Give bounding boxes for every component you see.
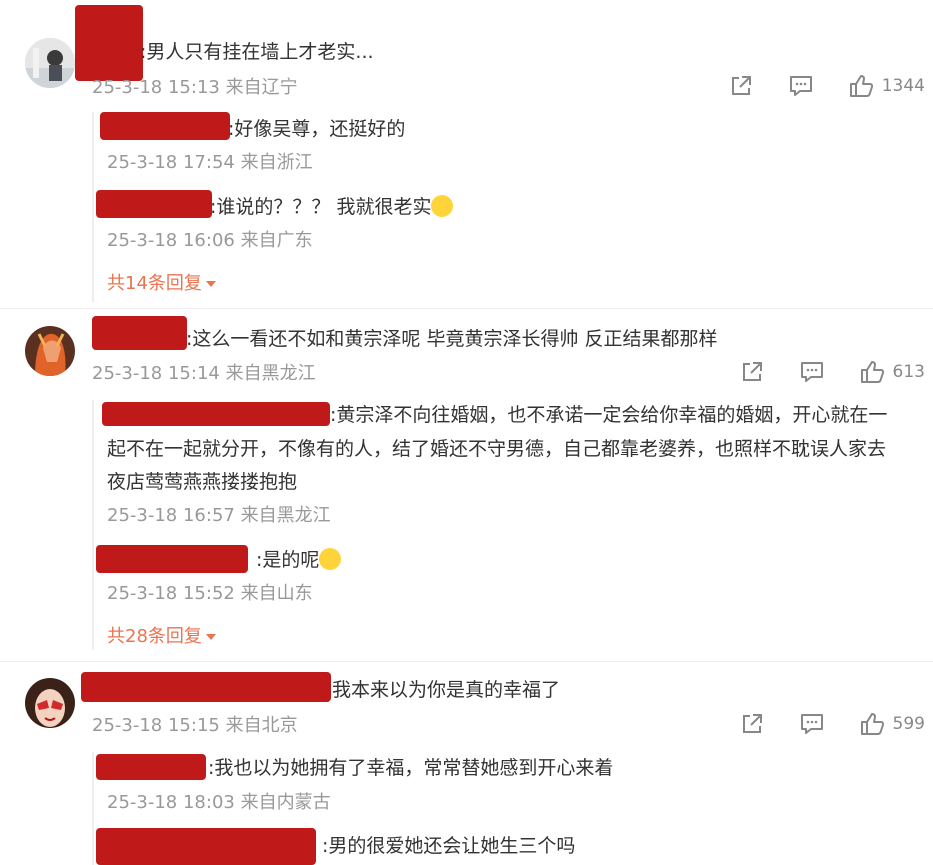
reply-text-content: :谁说的？？？ 我就很老实 <box>210 196 432 218</box>
reply-meta: 25-3-18 17:54 来自浙江 <box>107 152 313 173</box>
reply-list <box>92 752 94 865</box>
reply-text: :谁说的？？？ 我就很老实 <box>210 191 454 223</box>
reply-list <box>92 112 94 302</box>
redacted-username <box>96 754 206 780</box>
divider <box>0 661 933 662</box>
comment-icon[interactable] <box>799 711 825 737</box>
reply-list <box>92 400 94 650</box>
comment-meta: 25-3-18 15:15 来自北京 <box>92 715 298 736</box>
reply-meta: 25-3-18 16:57 来自黑龙江 <box>107 505 331 526</box>
reply-meta: 25-3-18 15:52 来自山东 <box>107 583 313 604</box>
reply-text: :是的呢 <box>256 544 342 576</box>
reply-text: :好像吴尊，还挺好的 <box>228 118 406 140</box>
reply-text-content: :是的呢 <box>256 549 320 571</box>
share-icon[interactable] <box>728 73 754 99</box>
comment-icon[interactable] <box>788 73 814 99</box>
reply-text-line: :黄宗泽不向往婚姻，也不承诺一定会给你幸福的婚姻，开心就在一 <box>330 404 888 426</box>
reply-text: :男的很爱她还会让她生三个吗 <box>322 835 576 857</box>
comment-actions: 1344 <box>694 72 925 100</box>
laugh-cry-emoji-icon <box>319 547 342 570</box>
reply-text-line: 夜店莺莺燕燕搂搂抱抱 <box>107 471 298 493</box>
redacted-username <box>96 190 212 218</box>
more-replies-link[interactable]: 共28条回复 <box>107 624 216 650</box>
caret-down-icon <box>205 281 216 287</box>
divider <box>0 308 933 309</box>
comment-text: :这么一看还不如和黄宗泽呢 毕竟黄宗泽长得帅 反正结果都那样 <box>186 328 718 350</box>
comment-actions: 599 <box>705 710 925 738</box>
comment-actions: 613 <box>705 358 925 386</box>
like-icon[interactable] <box>848 73 874 99</box>
redacted-username <box>102 402 330 426</box>
redacted-username <box>75 5 143 81</box>
avatar[interactable] <box>25 326 75 376</box>
comment-text: 我本来以为你是真的幸福了 <box>332 679 561 701</box>
redacted-username <box>81 672 331 702</box>
caret-down-icon <box>205 634 216 640</box>
reply-meta: 25-3-18 16:06 来自广东 <box>107 230 313 251</box>
redacted-username <box>96 828 316 865</box>
avatar[interactable] <box>25 678 75 728</box>
comment-text: :男人只有挂在墙上才老实... <box>140 41 374 63</box>
reply-text-line: 起不在一起就分开，不像有的人，结了婚还不守男德，自己都靠老婆养，也照样不耽误人家… <box>107 438 887 460</box>
redacted-username <box>92 316 187 350</box>
like-icon[interactable] <box>859 711 885 737</box>
reply-meta: 25-3-18 18:03 来自内蒙古 <box>107 792 331 813</box>
share-icon[interactable] <box>739 711 765 737</box>
thinking-emoji-icon <box>431 194 454 217</box>
comment-meta: 25-3-18 15:14 来自黑龙江 <box>92 363 316 384</box>
more-replies-link[interactable]: 共14条回复 <box>107 271 216 297</box>
like-count: 613 <box>892 362 925 382</box>
like-count: 599 <box>892 714 925 734</box>
comment-icon[interactable] <box>799 359 825 385</box>
comment-meta: 25-3-18 15:13 来自辽宁 <box>92 77 298 98</box>
share-icon[interactable] <box>739 359 765 385</box>
redacted-username <box>96 545 248 573</box>
reply-text: :我也以为她拥有了幸福，常常替她感到开心来着 <box>208 757 614 779</box>
more-replies-label: 共28条回复 <box>107 626 202 647</box>
like-count: 1344 <box>881 76 925 96</box>
avatar[interactable] <box>25 38 75 88</box>
redacted-username <box>100 112 230 140</box>
more-replies-label: 共14条回复 <box>107 273 202 294</box>
like-icon[interactable] <box>859 359 885 385</box>
